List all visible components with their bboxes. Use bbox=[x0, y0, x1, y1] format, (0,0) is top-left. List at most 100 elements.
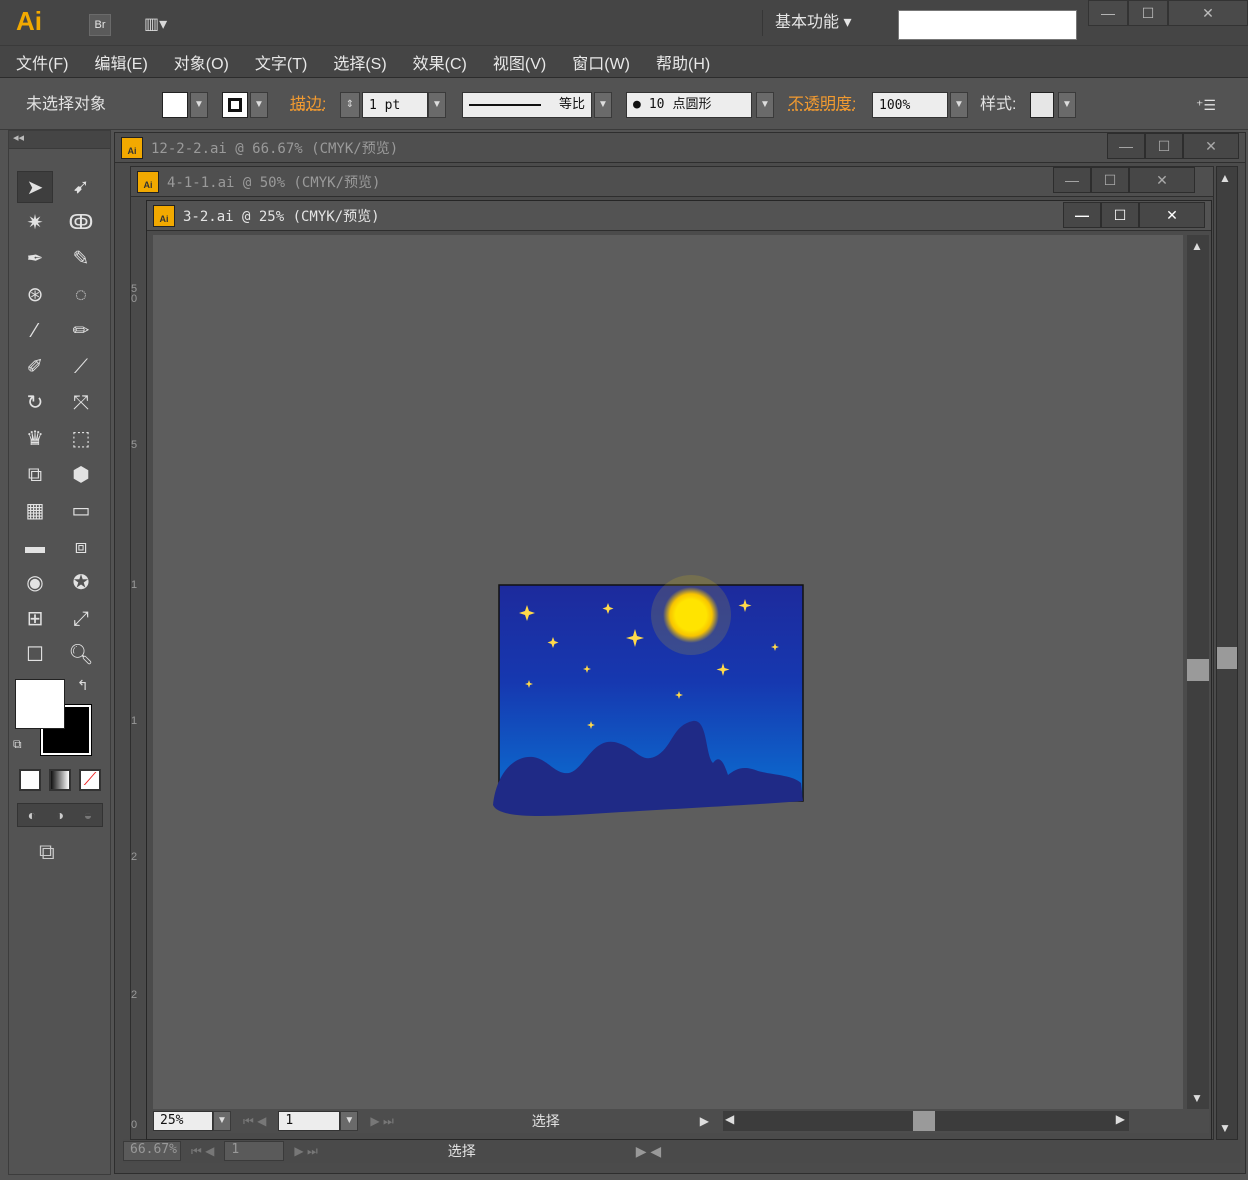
minimize-icon[interactable]: — bbox=[1088, 0, 1128, 26]
stroke-swatch[interactable] bbox=[222, 92, 248, 118]
page-dropdown-icon[interactable]: ▼ bbox=[340, 1111, 359, 1131]
lasso-tool-icon[interactable]: ↂ bbox=[63, 207, 99, 239]
shape-builder-tool-icon[interactable]: ⧉ bbox=[17, 459, 53, 491]
stroke-label[interactable]: 描边: bbox=[290, 92, 326, 118]
default-colors-icon[interactable]: ⧉ bbox=[13, 737, 22, 752]
nav-first-prev-icon[interactable]: ⏮ ◀ bbox=[243, 1114, 266, 1129]
column-graph-tool-icon[interactable]: ✪ bbox=[63, 567, 99, 599]
close-icon[interactable]: ✕ bbox=[1168, 0, 1248, 26]
brush-dropdown-icon[interactable]: ▼ bbox=[756, 92, 774, 118]
moon[interactable] bbox=[663, 587, 719, 643]
gradient-mode-icon[interactable] bbox=[49, 769, 71, 791]
hand-tool-icon[interactable]: ☐ bbox=[17, 639, 53, 671]
doc3-vertical-scrollbar[interactable]: ▲ ▼ bbox=[1187, 235, 1209, 1109]
eraser-tool-icon[interactable]: ⟋ bbox=[63, 351, 99, 383]
doc2-minimize-icon[interactable]: — bbox=[1053, 167, 1091, 193]
doc2-maximize-icon[interactable]: ☐ bbox=[1091, 167, 1129, 193]
hscroll-thumb[interactable] bbox=[912, 1111, 935, 1131]
blend-tool-icon[interactable]: ⧈ bbox=[63, 531, 99, 563]
maximize-icon[interactable]: ☐ bbox=[1128, 0, 1168, 26]
doc2-vertical-scrollbar[interactable]: ▲ ▼ bbox=[1216, 166, 1238, 1140]
scroll-thumb[interactable] bbox=[1187, 659, 1209, 681]
selection-tool-icon[interactable]: ➤ bbox=[17, 171, 53, 203]
menu-edit[interactable]: 编辑(E) bbox=[94, 50, 147, 74]
symbol-sprayer-tool-icon[interactable]: ◉ bbox=[17, 567, 53, 599]
menu-type[interactable]: 文字(T) bbox=[255, 50, 307, 74]
artboard-tool-icon[interactable]: ⊞ bbox=[17, 603, 53, 635]
panel-grip[interactable]: ◂◂ bbox=[9, 131, 110, 149]
document-1-titlebar[interactable]: Ai 12-2-2.ai @ 66.67% (CMYK/预览) — ☐ ✕ bbox=[115, 133, 1245, 163]
scroll-down-icon[interactable]: ▼ bbox=[1219, 1121, 1231, 1135]
polar-grid-tool-icon[interactable]: ⊛ bbox=[17, 279, 53, 311]
search-input[interactable] bbox=[898, 10, 1077, 40]
page-field[interactable]: 1 bbox=[278, 1111, 341, 1131]
swap-colors-icon[interactable]: ↰ bbox=[77, 677, 89, 694]
paintbrush-tool-icon[interactable]: ⁄ bbox=[17, 315, 53, 347]
menu-window[interactable]: 窗口(W) bbox=[572, 50, 630, 74]
mesh-tool-icon[interactable]: ▦ bbox=[17, 495, 53, 527]
menu-object[interactable]: 对象(O) bbox=[174, 50, 229, 74]
scroll-down-icon[interactable]: ▼ bbox=[1191, 1091, 1203, 1105]
doc3-minimize-icon[interactable]: — bbox=[1063, 202, 1101, 228]
direct-selection-tool-icon[interactable]: ➹ bbox=[63, 171, 99, 203]
scroll-right-icon[interactable]: ▶ bbox=[1116, 1112, 1125, 1126]
doc1-hscroll-left-icon[interactable]: ▶ ◀ bbox=[636, 1143, 661, 1160]
opacity-dropdown-icon[interactable]: ▼ bbox=[950, 92, 968, 118]
doc3-maximize-icon[interactable]: ☐ bbox=[1101, 202, 1139, 228]
horizontal-scrollbar[interactable]: ◀ ▶ bbox=[722, 1111, 1129, 1131]
menu-effect[interactable]: 效果(C) bbox=[413, 50, 467, 74]
doc1-nav-first-icon[interactable]: ⏮ ◀ bbox=[191, 1144, 214, 1159]
scroll-left-icon[interactable]: ◀ bbox=[725, 1112, 734, 1126]
stroke-dropdown-icon[interactable]: ▼ bbox=[250, 92, 268, 118]
scroll-thumb[interactable] bbox=[1217, 647, 1237, 669]
doc1-maximize-icon[interactable]: ☐ bbox=[1145, 133, 1183, 159]
panel-menu-icon[interactable]: ⁺☰ bbox=[1196, 92, 1216, 118]
profile-dropdown-icon[interactable]: ▼ bbox=[594, 92, 612, 118]
bridge-button[interactable]: Br bbox=[89, 14, 111, 36]
type-tool-icon[interactable]: ✎ bbox=[63, 243, 99, 275]
doc2-close-icon[interactable]: ✕ bbox=[1129, 167, 1195, 193]
stroke-weight-dropdown-icon[interactable]: ▼ bbox=[428, 92, 446, 118]
status-menu-icon[interactable]: ▶ bbox=[700, 1114, 709, 1128]
color-mode-icon[interactable] bbox=[19, 769, 41, 791]
doc1-page-field[interactable]: 1 bbox=[224, 1141, 285, 1161]
screen-mode-icon[interactable]: ⧉ bbox=[39, 839, 55, 865]
ellipse-tool-icon[interactable]: ◌ bbox=[63, 279, 99, 311]
draw-behind-icon[interactable]: ◑ bbox=[56, 807, 64, 823]
perspective-grid-tool-icon[interactable]: ⬢ bbox=[63, 459, 99, 491]
menu-view[interactable]: 视图(V) bbox=[493, 50, 546, 74]
style-dropdown-icon[interactable]: ▼ bbox=[1058, 92, 1076, 118]
stroke-weight-field[interactable]: 1 pt bbox=[362, 92, 428, 118]
zoom-tool-icon[interactable]: 🔍︎ bbox=[63, 639, 99, 671]
eyedropper-tool-icon[interactable]: ▬ bbox=[17, 531, 53, 563]
collapse-icon[interactable]: ◂◂ bbox=[13, 131, 24, 144]
blob-brush-tool-icon[interactable]: ✐ bbox=[17, 351, 53, 383]
fill-color-box[interactable] bbox=[15, 679, 65, 729]
nav-next-last-icon[interactable]: ▶ ⏭ bbox=[370, 1114, 393, 1129]
draw-inside-icon[interactable]: ◒ bbox=[84, 807, 92, 823]
variable-width-profile[interactable]: 等比 bbox=[462, 92, 592, 118]
fill-swatch[interactable] bbox=[162, 92, 188, 118]
doc1-nav-last-icon[interactable]: ▶ ⏭ bbox=[294, 1144, 317, 1159]
free-transform-tool-icon[interactable]: ⬚ bbox=[63, 423, 99, 455]
doc1-zoom-field[interactable]: 66.67% bbox=[123, 1141, 181, 1161]
stroke-stepper-icon[interactable]: ⇕ bbox=[340, 92, 360, 118]
pencil-tool-icon[interactable]: ✏ bbox=[63, 315, 99, 347]
zoom-dropdown-icon[interactable]: ▼ bbox=[213, 1111, 231, 1131]
opacity-label[interactable]: 不透明度: bbox=[788, 92, 856, 118]
doc1-close-icon[interactable]: ✕ bbox=[1183, 133, 1239, 159]
magic-wand-tool-icon[interactable]: ✷ bbox=[17, 207, 53, 239]
warp-tool-icon[interactable]: ♛ bbox=[17, 423, 53, 455]
draw-normal-icon[interactable]: ◐ bbox=[28, 807, 36, 823]
doc3-close-icon[interactable]: ✕ bbox=[1139, 202, 1205, 228]
artwork-canvas[interactable] bbox=[153, 235, 1183, 1109]
fill-dropdown-icon[interactable]: ▼ bbox=[190, 92, 208, 118]
document-2-titlebar[interactable]: Ai 4-1-1.ai @ 50% (CMYK/预览) — ☐ ✕ bbox=[131, 167, 1213, 197]
zoom-field[interactable]: 25% bbox=[153, 1111, 213, 1131]
document-3-titlebar[interactable]: Ai 3-2.ai @ 25% (CMYK/预览) — ☐ ✕ bbox=[147, 201, 1211, 231]
opacity-field[interactable]: 100% bbox=[872, 92, 948, 118]
scale-tool-icon[interactable]: ⤧ bbox=[63, 387, 99, 419]
pen-tool-icon[interactable]: ✒ bbox=[17, 243, 53, 275]
menu-help[interactable]: 帮助(H) bbox=[656, 50, 710, 74]
gradient-tool-icon[interactable]: ▭ bbox=[63, 495, 99, 527]
